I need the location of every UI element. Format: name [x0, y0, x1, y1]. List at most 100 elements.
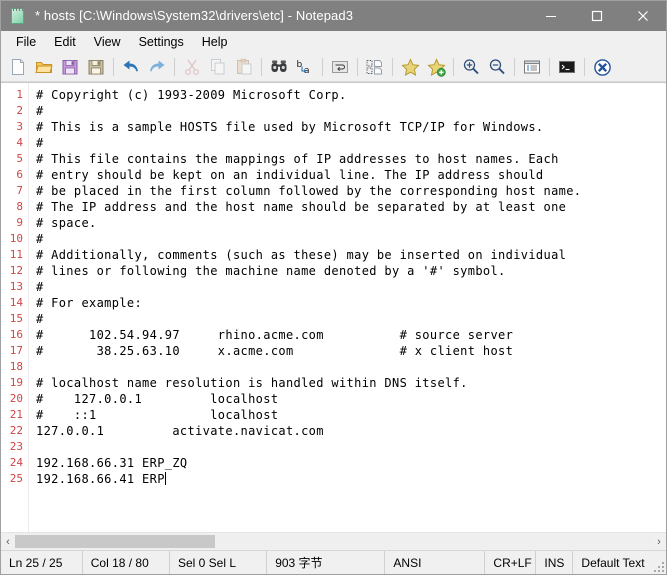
menu-settings[interactable]: Settings — [130, 32, 193, 52]
menu-edit[interactable]: Edit — [45, 32, 85, 52]
undo-icon[interactable] — [119, 55, 143, 79]
line-number: 21 — [9, 408, 23, 421]
toolbar-separator — [113, 58, 114, 76]
notepad3-window: * hosts [C:\Windows\System32\drivers\etc… — [0, 0, 667, 575]
resize-grip-icon[interactable] — [652, 560, 664, 572]
status-insert-mode[interactable]: INS — [536, 551, 574, 574]
status-bar: Ln 25 / 25 Col 18 / 80 Sel 0 Sel L 903 字… — [1, 550, 666, 574]
code-line: 127.0.0.1 activate.navicat.com — [36, 424, 324, 438]
status-filesize[interactable]: 903 字节 — [267, 551, 386, 574]
line-number: 12 — [9, 264, 23, 277]
scrollbar-track[interactable] — [15, 534, 652, 549]
add-favorite-icon[interactable] — [424, 55, 448, 79]
line-number: 7 — [16, 184, 23, 197]
scroll-right-arrow-icon[interactable]: › — [652, 534, 666, 549]
line-number: 24 — [9, 456, 23, 469]
code-line: # This file contains the mappings of IP … — [36, 152, 559, 166]
line-number: 17 — [9, 344, 23, 357]
new-file-icon[interactable] — [6, 55, 30, 79]
zoom-out-icon[interactable] — [485, 55, 509, 79]
menu-view[interactable]: View — [85, 32, 130, 52]
toolbar-separator — [549, 58, 550, 76]
redo-icon[interactable] — [145, 55, 169, 79]
toolbar-separator — [174, 58, 175, 76]
code-line: 192.168.66.31 ERP_ZQ — [36, 456, 188, 470]
favorites-icon[interactable] — [398, 55, 422, 79]
minimize-button[interactable] — [528, 1, 574, 31]
scroll-left-arrow-icon[interactable]: ‹ — [1, 534, 15, 549]
toolbar-separator — [453, 58, 454, 76]
exit-icon[interactable] — [590, 55, 614, 79]
code-line: # be placed in the first column followed… — [36, 184, 582, 198]
zoom-in-icon[interactable] — [459, 55, 483, 79]
code-line: # — [36, 136, 44, 150]
code-line: # Additionally, comments (such as these)… — [36, 248, 567, 262]
toolbar-separator — [357, 58, 358, 76]
code-line: # — [36, 312, 44, 326]
toolbar: b a — [1, 53, 666, 82]
toolbar-separator — [584, 58, 585, 76]
horizontal-scrollbar[interactable]: ‹ › — [1, 532, 666, 550]
window-controls — [528, 1, 666, 31]
code-line: # For example: — [36, 296, 143, 310]
word-wrap-icon[interactable] — [328, 55, 352, 79]
window-title: * hosts [C:\Windows\System32\drivers\etc… — [35, 8, 354, 23]
maximize-button[interactable] — [574, 1, 620, 31]
code-line: # localhost name resolution is handled w… — [36, 376, 468, 390]
code-line: # — [36, 232, 44, 246]
status-selection[interactable]: Sel 0 Sel L — [170, 551, 268, 574]
code-line: # 38.25.63.10 x.acme.com # x client host — [36, 344, 514, 358]
menu-help[interactable]: Help — [193, 32, 237, 52]
line-number: 20 — [9, 392, 23, 405]
code-line: # — [36, 280, 44, 294]
code-line: # This is a sample HOSTS file used by Mi… — [36, 120, 544, 134]
line-number: 19 — [9, 376, 23, 389]
file-properties-icon[interactable] — [520, 55, 544, 79]
open-file-icon[interactable] — [32, 55, 56, 79]
code-line: # lines or following the machine name de… — [36, 264, 506, 278]
line-number: 22 — [9, 424, 23, 437]
close-button[interactable] — [620, 1, 666, 31]
toggle-line-selection-icon[interactable] — [363, 55, 387, 79]
text-caret — [164, 472, 166, 485]
code-line: 192.168.66.41 ERP — [36, 472, 165, 486]
code-text[interactable]: # Copyright (c) 1993-2009 Microsoft Corp… — [29, 83, 666, 532]
line-number: 1 — [16, 88, 23, 101]
cut-icon — [180, 55, 204, 79]
code-line-with-caret: 192.168.66.41 ERP — [36, 471, 666, 487]
status-eol[interactable]: CR+LF — [485, 551, 537, 574]
line-number-gutter: 1 2 3 4 5 6 7 8 9 10 11 12 13 14 15 16 1… — [1, 83, 29, 532]
save-file-icon[interactable] — [58, 55, 82, 79]
line-number: 3 — [16, 120, 23, 133]
status-line[interactable]: Ln 25 / 25 — [1, 551, 83, 574]
toolbar-separator — [514, 58, 515, 76]
line-number: 25 — [9, 472, 23, 485]
line-number: 5 — [16, 152, 23, 165]
toolbar-separator — [392, 58, 393, 76]
code-line: # 102.54.94.97 rhino.acme.com # source s… — [36, 328, 514, 342]
code-line: # ::1 localhost — [36, 408, 279, 422]
line-number: 4 — [16, 136, 23, 149]
title-bar[interactable]: * hosts [C:\Windows\System32\drivers\etc… — [1, 1, 666, 31]
line-number: 11 — [9, 248, 23, 261]
notepad-app-icon — [10, 7, 26, 24]
code-line: # Copyright (c) 1993-2009 Microsoft Corp… — [36, 88, 347, 102]
find-icon[interactable] — [267, 55, 291, 79]
save-as-icon[interactable] — [84, 55, 108, 79]
copy-icon — [206, 55, 230, 79]
replace-icon[interactable]: b a — [293, 55, 317, 79]
line-number: 16 — [9, 328, 23, 341]
status-column[interactable]: Col 18 / 80 — [83, 551, 170, 574]
line-number: 8 — [16, 200, 23, 213]
editor-area[interactable]: 1 2 3 4 5 6 7 8 9 10 11 12 13 14 15 16 1… — [1, 82, 666, 532]
line-number: 18 — [9, 360, 23, 373]
scrollbar-thumb[interactable] — [15, 535, 215, 548]
code-line: # The IP address and the host name shoul… — [36, 200, 567, 214]
launch-console-icon[interactable] — [555, 55, 579, 79]
line-number: 2 — [16, 104, 23, 117]
status-encoding[interactable]: ANSI — [385, 551, 486, 574]
line-number: 13 — [9, 280, 23, 293]
menu-file[interactable]: File — [7, 32, 45, 52]
line-number: 15 — [9, 312, 23, 325]
